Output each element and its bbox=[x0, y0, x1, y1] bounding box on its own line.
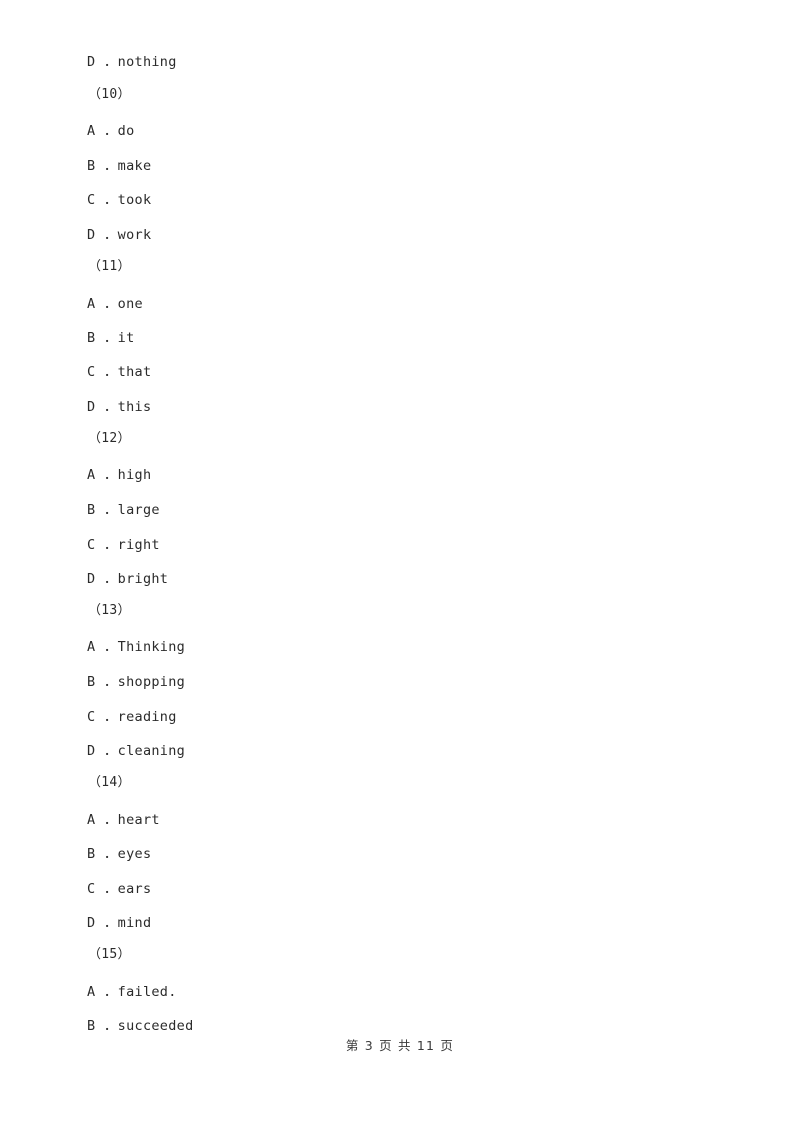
answer-option: B ．it bbox=[87, 330, 135, 346]
answer-option: B ．shopping bbox=[87, 674, 186, 690]
question-number: （11） bbox=[88, 259, 131, 274]
answer-option: B ．make bbox=[87, 158, 152, 174]
answer-option: C ．that bbox=[87, 364, 152, 380]
question-number: （15） bbox=[88, 947, 131, 962]
question-number: （12） bbox=[88, 431, 131, 446]
answer-option: B ．eyes bbox=[87, 846, 152, 862]
answer-option: A ．heart bbox=[87, 812, 160, 828]
answer-option: D ．mind bbox=[87, 915, 152, 931]
answer-option: B ．succeeded bbox=[87, 1018, 194, 1034]
question-number: （14） bbox=[88, 775, 131, 790]
question-number: （13） bbox=[88, 603, 131, 618]
answer-option: B ．large bbox=[87, 502, 160, 518]
answer-option: D ．bright bbox=[87, 571, 169, 587]
answer-option: C ．reading bbox=[87, 709, 177, 725]
document-page: D ．nothing （10） A ．do B ．make C ．took D ．work… bbox=[0, 0, 800, 1132]
question-number: （10） bbox=[88, 87, 131, 102]
answer-option: D ．this bbox=[87, 399, 152, 415]
answer-option: D ．nothing bbox=[87, 54, 177, 70]
answer-option: A ．one bbox=[87, 296, 143, 312]
answer-option: A ．high bbox=[87, 467, 152, 483]
answer-option: C ．right bbox=[87, 537, 160, 553]
answer-option: D ．cleaning bbox=[87, 743, 186, 759]
answer-option: C ．took bbox=[87, 192, 152, 208]
answer-option: A ．failed. bbox=[87, 984, 177, 1000]
answer-option: C ．ears bbox=[87, 881, 152, 897]
page-footer: 第 3 页 共 11 页 bbox=[345, 1038, 455, 1053]
answer-option: A ．do bbox=[87, 123, 135, 139]
answer-option: D ．work bbox=[87, 227, 152, 243]
answer-option: A ．Thinking bbox=[87, 639, 186, 655]
